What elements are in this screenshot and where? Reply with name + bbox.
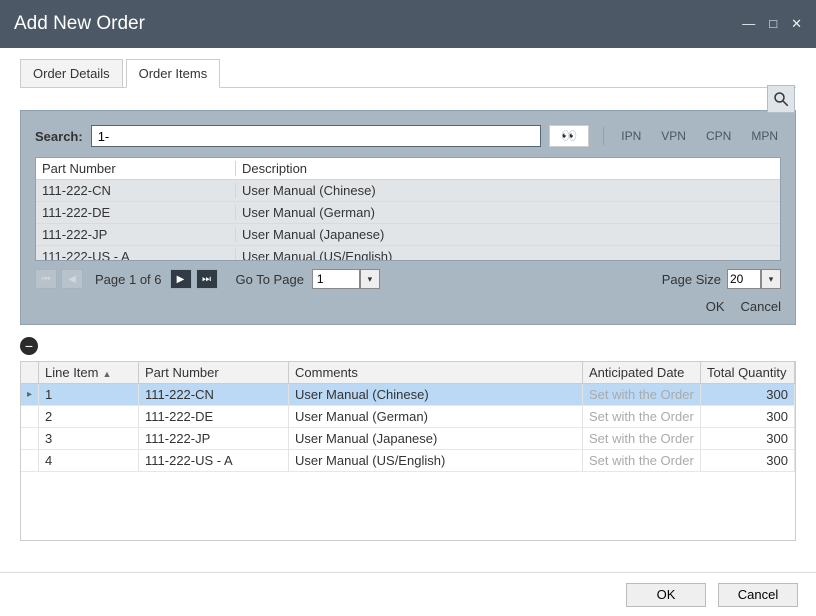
goto-page-label: Go To Page	[236, 272, 304, 287]
col-part-number[interactable]: Part Number	[139, 362, 289, 383]
minimize-icon[interactable]: —	[742, 16, 755, 32]
search-results-grid: Part Number Description 111-222-CNUser M…	[35, 157, 781, 261]
pager: ⏮ ◀ Page 1 of 6 ▶ ⏭ Go To Page ▾ Page Si…	[35, 269, 781, 289]
separator	[603, 127, 604, 145]
search-result-row[interactable]: 111-222-DEUser Manual (German)	[36, 202, 780, 224]
cell-part: 111-222-CN	[139, 384, 289, 405]
pager-last-button[interactable]: ⏭	[196, 269, 218, 289]
tab-strip: Order Details Order Items	[20, 58, 796, 88]
col-row-selector	[21, 362, 39, 383]
cell-qty: 300	[701, 428, 795, 449]
cell-part: 111-222-CN	[36, 183, 236, 198]
cell-part: 111-222-US - A	[139, 450, 289, 471]
cell-desc: User Manual (Japanese)	[236, 227, 780, 242]
search-result-row[interactable]: 111-222-CNUser Manual (Chinese)	[36, 180, 780, 202]
cell-desc: User Manual (Chinese)	[236, 183, 780, 198]
order-row[interactable]: 3111-222-JPUser Manual (Japanese)Set wit…	[21, 428, 795, 450]
row-indicator: ▸	[21, 384, 39, 405]
dialog-cancel-button[interactable]: Cancel	[718, 583, 798, 607]
cell-part: 111-222-JP	[36, 227, 236, 242]
order-row[interactable]: 4111-222-US - AUser Manual (US/English)S…	[21, 450, 795, 472]
window-controls: — □ ✕	[742, 16, 802, 32]
cell-comments: User Manual (German)	[289, 406, 583, 427]
binoculars-button[interactable]: 👀	[549, 125, 589, 147]
page-size-dropdown[interactable]: ▾	[761, 269, 781, 289]
pager-next-button[interactable]: ▶	[170, 269, 192, 289]
search-input[interactable]	[91, 125, 542, 147]
search-result-row[interactable]: 111-222-JPUser Manual (Japanese)	[36, 224, 780, 246]
binoculars-icon: 👀	[561, 128, 577, 144]
order-row[interactable]: 2111-222-DEUser Manual (German)Set with …	[21, 406, 795, 428]
cell-desc: User Manual (German)	[236, 205, 780, 220]
search-cancel-button[interactable]: Cancel	[741, 299, 781, 314]
page-size-input[interactable]	[727, 269, 761, 289]
page-size-label: Page Size	[662, 272, 721, 287]
cell-line: 4	[39, 450, 139, 471]
col-line-item[interactable]: Line Item▲	[39, 362, 139, 383]
row-indicator	[21, 428, 39, 449]
col-comments[interactable]: Comments	[289, 362, 583, 383]
filter-cpn[interactable]: CPN	[703, 129, 734, 143]
magnifier-icon	[772, 90, 790, 108]
open-search-button[interactable]	[767, 85, 795, 113]
cell-date: Set with the Order	[583, 384, 701, 405]
window-title: Add New Order	[14, 13, 145, 35]
sort-asc-icon: ▲	[102, 369, 111, 379]
cell-desc: User Manual (US/English)	[236, 249, 780, 260]
title-bar: Add New Order — □ ✕	[0, 0, 816, 48]
filter-mpn[interactable]: MPN	[748, 129, 781, 143]
cell-line: 1	[39, 384, 139, 405]
order-row[interactable]: ▸1111-222-CNUser Manual (Chinese)Set wit…	[21, 384, 795, 406]
close-icon[interactable]: ✕	[791, 16, 802, 32]
row-indicator	[21, 406, 39, 427]
tab-order-details[interactable]: Order Details	[20, 59, 123, 88]
cell-line: 2	[39, 406, 139, 427]
pager-position: Page 1 of 6	[95, 272, 162, 287]
cell-comments: User Manual (US/English)	[289, 450, 583, 471]
cell-line: 3	[39, 428, 139, 449]
maximize-icon[interactable]: □	[769, 16, 777, 32]
tab-order-items[interactable]: Order Items	[126, 59, 221, 88]
search-label: Search:	[35, 129, 83, 144]
filter-ipn[interactable]: IPN	[618, 129, 644, 143]
cell-part: 111-222-DE	[139, 406, 289, 427]
search-ok-button[interactable]: OK	[706, 299, 725, 314]
cell-date: Set with the Order	[583, 428, 701, 449]
dialog-ok-button[interactable]: OK	[626, 583, 706, 607]
cell-qty: 300	[701, 450, 795, 471]
col-anticipated-date[interactable]: Anticipated Date	[583, 362, 701, 383]
search-panel: Search: 👀 IPN VPN CPN MPN Part Number De…	[20, 110, 796, 325]
order-items-table: Line Item▲ Part Number Comments Anticipa…	[20, 361, 796, 541]
cell-qty: 300	[701, 384, 795, 405]
dialog-footer: OK Cancel	[0, 572, 816, 616]
minus-icon: −	[25, 338, 33, 354]
remove-line-button[interactable]: −	[20, 337, 38, 355]
cell-qty: 300	[701, 406, 795, 427]
pager-first-button[interactable]: ⏮	[35, 269, 57, 289]
col-description[interactable]: Description	[236, 161, 780, 176]
cell-comments: User Manual (Chinese)	[289, 384, 583, 405]
cell-part: 111-222-US - A	[36, 249, 236, 260]
filter-vpn[interactable]: VPN	[658, 129, 689, 143]
goto-page-input[interactable]	[312, 269, 360, 289]
cell-part: 111-222-DE	[36, 205, 236, 220]
cell-date: Set with the Order	[583, 450, 701, 471]
cell-part: 111-222-JP	[139, 428, 289, 449]
goto-page-dropdown[interactable]: ▾	[360, 269, 380, 289]
cell-comments: User Manual (Japanese)	[289, 428, 583, 449]
cell-date: Set with the Order	[583, 406, 701, 427]
pager-prev-button[interactable]: ◀	[61, 269, 83, 289]
row-indicator	[21, 450, 39, 471]
search-result-row[interactable]: 111-222-US - AUser Manual (US/English)	[36, 246, 780, 260]
col-total-quantity[interactable]: Total Quantity	[701, 362, 795, 383]
col-part-number[interactable]: Part Number	[36, 161, 236, 176]
